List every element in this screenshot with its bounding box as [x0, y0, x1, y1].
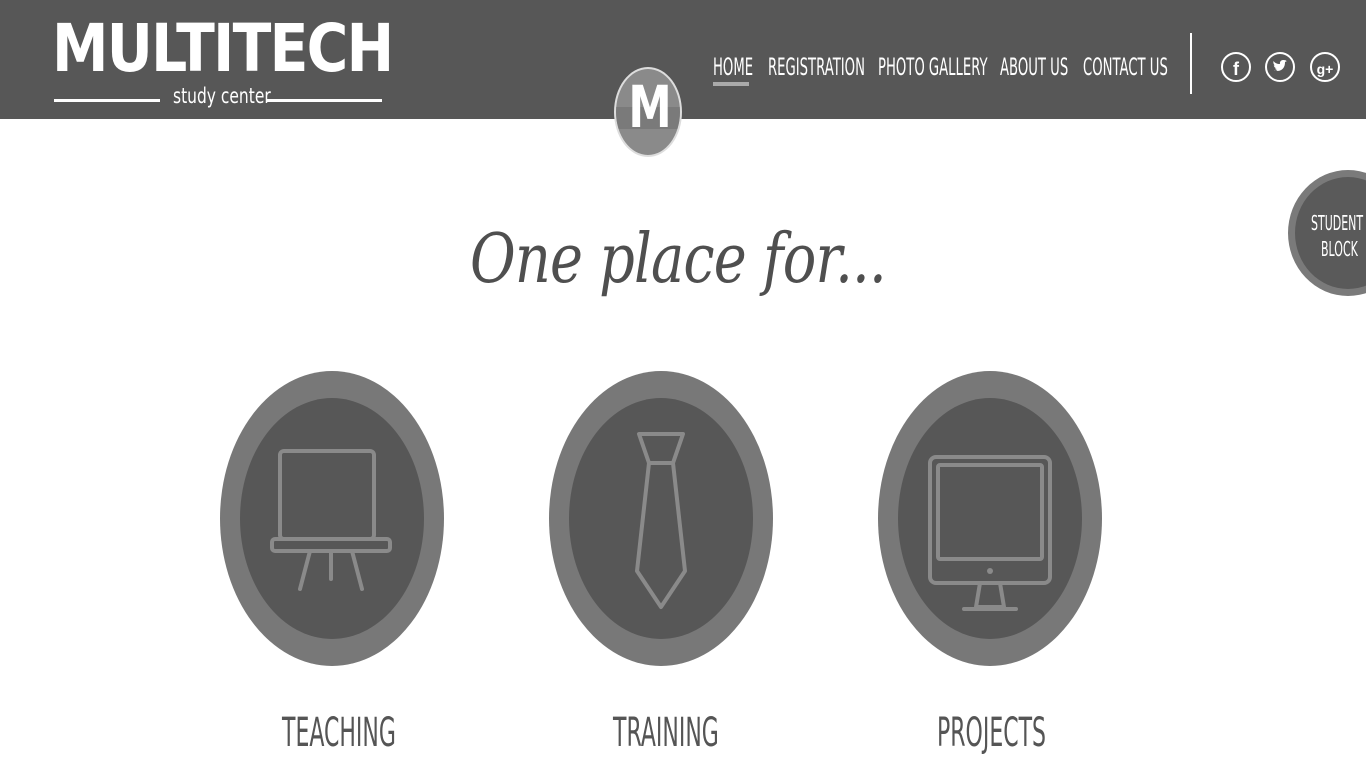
tagline: One place for...	[470, 220, 887, 299]
easel-board-icon	[270, 449, 392, 591]
google-plus-icon[interactable]: g+	[1310, 52, 1340, 82]
nav-home[interactable]: HOME	[713, 50, 753, 84]
student-block-line1: STUDENT	[1311, 211, 1364, 235]
student-block-line2: BLOCK	[1321, 237, 1358, 261]
feature-projects[interactable]	[878, 371, 1102, 666]
nav-registration[interactable]: REGISTRATION	[768, 50, 865, 84]
student-block-button[interactable]: STUDENT BLOCK	[1288, 170, 1366, 296]
logo-title: MULTITECH	[52, 10, 394, 87]
facebook-icon[interactable]: f	[1221, 52, 1251, 82]
nav-photo-gallery[interactable]: PHOTO GALLERY	[878, 50, 988, 84]
feature-label-projects: PROJECTS	[937, 710, 1047, 756]
center-m-badge: M	[614, 67, 682, 157]
feature-teaching[interactable]	[220, 371, 444, 666]
nav-contact-us[interactable]: CONTACT US	[1083, 50, 1168, 84]
badge-letter: M	[628, 73, 672, 141]
twitter-icon[interactable]	[1265, 52, 1295, 82]
nav-about-us[interactable]: ABOUT US	[1000, 50, 1068, 84]
feature-label-teaching: TEACHING	[282, 710, 396, 756]
site-header: MULTITECH study center HOME REGISTRATION…	[0, 0, 1366, 119]
nav-divider	[1190, 33, 1192, 94]
monitor-icon	[928, 455, 1052, 611]
nav-active-underline	[713, 82, 749, 86]
logo-line-right	[266, 99, 382, 102]
necktie-icon	[635, 432, 687, 609]
feature-training[interactable]	[549, 371, 773, 666]
logo-subtitle: study center	[173, 84, 271, 108]
site-logo[interactable]: MULTITECH study center	[52, 10, 394, 114]
logo-line-left	[54, 99, 160, 102]
feature-label-training: TRAINING	[613, 710, 719, 756]
